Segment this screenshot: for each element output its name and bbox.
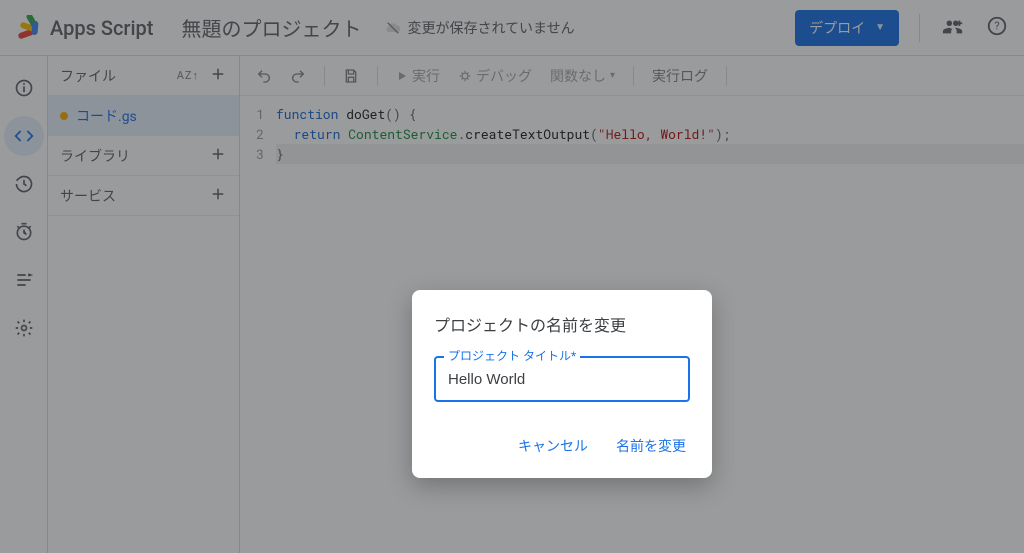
dialog-title: プロジェクトの名前を変更 [434,312,690,336]
rename-project-dialog: プロジェクトの名前を変更 プロジェクト タイトル* キャンセル 名前を変更 [412,290,712,478]
project-title-label: プロジェクト タイトル* [444,347,580,364]
rename-button[interactable]: 名前を変更 [612,430,690,462]
project-title-field: プロジェクト タイトル* [434,356,690,402]
cancel-button[interactable]: キャンセル [514,430,592,462]
